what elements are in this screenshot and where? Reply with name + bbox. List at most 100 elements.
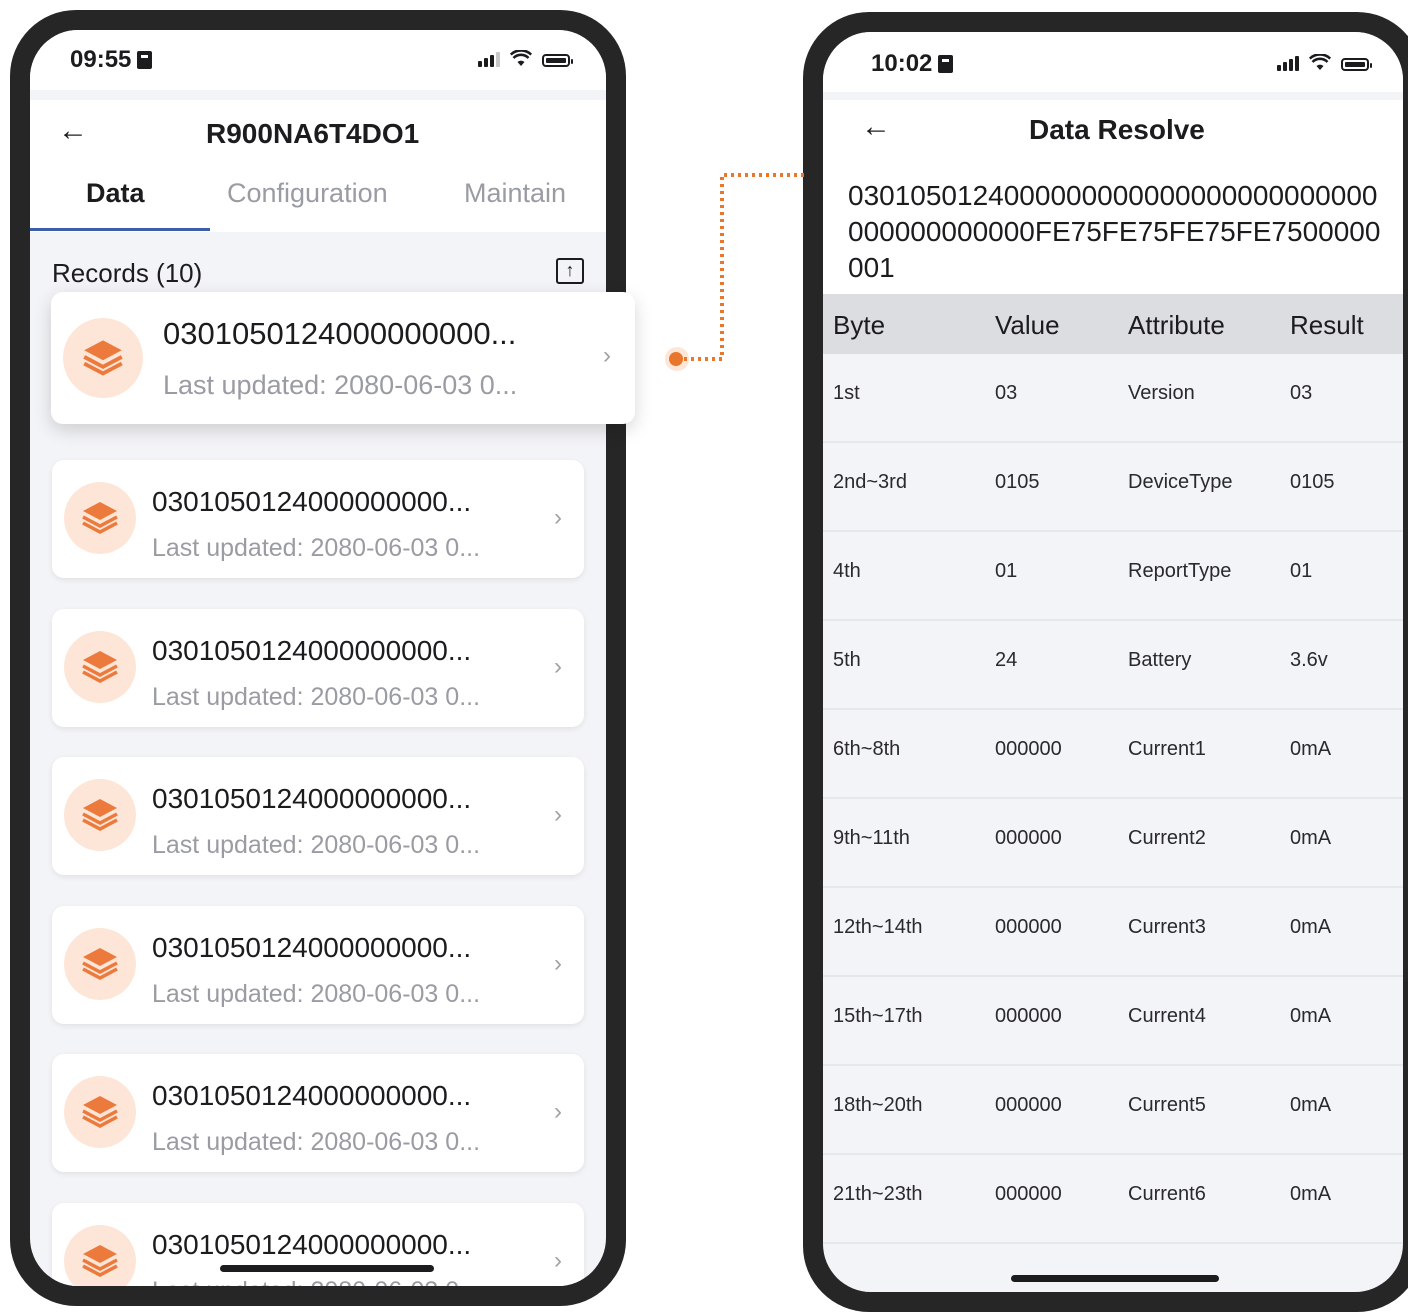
table-row: 5th 24 Battery 3.6v [823, 619, 1403, 708]
cell-value: 000000 [995, 1005, 1062, 1027]
table-row: 18th~20th 000000 Current5 0mA [823, 1064, 1403, 1153]
cell-result: 0mA [1290, 827, 1332, 849]
page-title: R900NA6T4DO1 [206, 118, 420, 149]
wifi-icon [1309, 54, 1331, 70]
battery-icon [1341, 58, 1372, 71]
status-bar: 10:02 [823, 32, 1403, 92]
chevron-right-icon: › [554, 801, 562, 828]
cell-value: 000000 [995, 1183, 1062, 1205]
connector-dot-halo [665, 347, 689, 371]
layers-icon [64, 1076, 136, 1148]
list-item-selected[interactable]: 0301050124000000000... Last updated: 208… [51, 292, 635, 424]
chevron-right-icon: › [554, 1098, 562, 1125]
record-id: 0301050124000000000... [152, 1229, 472, 1260]
col-header-result: Result [1290, 310, 1364, 340]
connector-dot [669, 352, 683, 366]
layers-icon [64, 482, 136, 554]
records-count-label: Records (10) [52, 258, 203, 288]
cell-attribute: Current3 [1128, 916, 1206, 938]
cell-result: 03 [1290, 382, 1313, 404]
cell-byte: 18th~20th [833, 1094, 923, 1116]
record-id: 0301050124000000000... [152, 932, 472, 963]
chevron-right-icon: › [603, 342, 611, 369]
table-body: 1st 03 Version 03 2nd~3rd 0105 DeviceType 0105… [823, 354, 1403, 1244]
chevron-right-icon: › [554, 504, 562, 531]
cell-byte: 15th~17th [833, 1005, 923, 1027]
cell-result: 0105 [1290, 471, 1335, 493]
status-time: 09:55 [70, 46, 153, 74]
left-phone-screen: 09:55 ← R900NA6T4DO1 Data Configuration … [30, 30, 606, 1286]
record-id: 0301050124000000000... [152, 486, 472, 517]
cell-value: 000000 [995, 1094, 1062, 1116]
signal-icon [1277, 55, 1299, 71]
cell-byte: 5th [833, 649, 861, 671]
record-updated: Last updated: 2080-06-03 0... [163, 370, 518, 400]
table-row: 4th 01 ReportType 01 [823, 530, 1403, 619]
cell-attribute: Current1 [1128, 738, 1206, 760]
status-time: 10:02 [871, 50, 954, 78]
chevron-right-icon: › [554, 653, 562, 680]
table-row: 6th~8th 000000 Current1 0mA [823, 708, 1403, 797]
record-updated: Last updated: 2080-06-03 0... [152, 1277, 480, 1286]
cell-attribute: Current2 [1128, 827, 1206, 849]
list-item[interactable]: 0301050124000000000... Last updated: 208… [52, 757, 584, 875]
cell-byte: 2nd~3rd [833, 471, 907, 493]
col-header-attribute: Attribute [1128, 310, 1225, 340]
list-item[interactable]: 0301050124000000000... Last updated: 208… [52, 460, 584, 578]
connector-path [684, 173, 804, 361]
cell-value: 24 [995, 649, 1018, 671]
back-arrow-icon[interactable]: ← [861, 110, 891, 144]
cell-result: 3.6v [1290, 649, 1328, 671]
record-updated: Last updated: 2080-06-03 0... [152, 683, 481, 711]
list-item[interactable]: 0301050124000000000... Last updated: 208… [52, 906, 584, 1024]
record-id: 0301050124000000000... [152, 783, 472, 814]
col-header-byte: Byte [833, 310, 886, 340]
layers-icon [64, 1225, 136, 1286]
cell-value: 0105 [995, 471, 1040, 493]
record-id: 0301050124000000000... [152, 635, 472, 666]
record-updated: Last updated: 2080-06-03 0... [152, 831, 481, 859]
raw-data-text: 0301050124000000000000000000000000000000… [848, 180, 1381, 283]
tab-configuration[interactable]: Configuration [227, 178, 388, 209]
cell-byte: 21th~23th [833, 1183, 923, 1205]
cell-result: 0mA [1290, 738, 1332, 760]
right-phone-frame: 10:02 ← Data Resolve 0301050124000000000… [803, 12, 1408, 1312]
sim-icon [938, 55, 954, 73]
export-icon[interactable]: ↑ [556, 258, 584, 284]
col-header-value: Value [995, 310, 1060, 340]
record-id: 0301050124000000000... [163, 316, 517, 351]
record-id: 0301050124000000000... [152, 1080, 472, 1111]
record-updated: Last updated: 2080-06-03 0... [152, 1128, 481, 1156]
cell-result: 0mA [1290, 1094, 1332, 1116]
cell-byte: 12th~14th [833, 916, 923, 938]
cell-value: 03 [995, 382, 1018, 404]
resolve-table: Byte Value Attribute Result 1st 03 Version… [823, 294, 1403, 1244]
cell-result: 0mA [1290, 1183, 1332, 1205]
back-arrow-icon[interactable]: ← [58, 114, 88, 148]
record-updated: Last updated: 2080-06-03 0... [152, 534, 481, 562]
tab-maintain[interactable]: Maintain [464, 178, 566, 209]
layers-icon [64, 779, 136, 851]
cell-value: 000000 [995, 916, 1062, 938]
list-item[interactable]: 0301050124000000000... Last updated: 208… [52, 1203, 584, 1286]
list-item[interactable]: 0301050124000000000... Last updated: 208… [52, 609, 584, 727]
tab-bar: Data Configuration Maintain [30, 170, 606, 232]
tab-data[interactable]: Data [86, 178, 145, 209]
left-phone-frame: 09:55 ← R900NA6T4DO1 Data Configuration … [10, 10, 626, 1306]
sim-icon [137, 51, 153, 69]
layers-icon [64, 631, 136, 703]
status-icons [1277, 54, 1372, 71]
cell-attribute: Current6 [1128, 1183, 1206, 1205]
table-row: 2nd~3rd 0105 DeviceType 0105 [823, 441, 1403, 530]
table-row: 21th~23th 000000 Current6 0mA [823, 1153, 1403, 1244]
cell-byte: 9th~11th [833, 827, 910, 849]
table-row: 12th~14th 000000 Current3 0mA [823, 886, 1403, 975]
table-row: 9th~11th 000000 Current2 0mA [823, 797, 1403, 886]
cell-attribute: Version [1128, 382, 1195, 404]
cell-attribute: Current5 [1128, 1094, 1206, 1116]
cell-byte: 1st [833, 382, 860, 404]
active-tab-indicator [30, 228, 210, 231]
list-item[interactable]: 0301050124000000000... Last updated: 208… [52, 1054, 584, 1172]
table-row: 1st 03 Version 03 [823, 354, 1403, 441]
cell-result: 0mA [1290, 916, 1332, 938]
